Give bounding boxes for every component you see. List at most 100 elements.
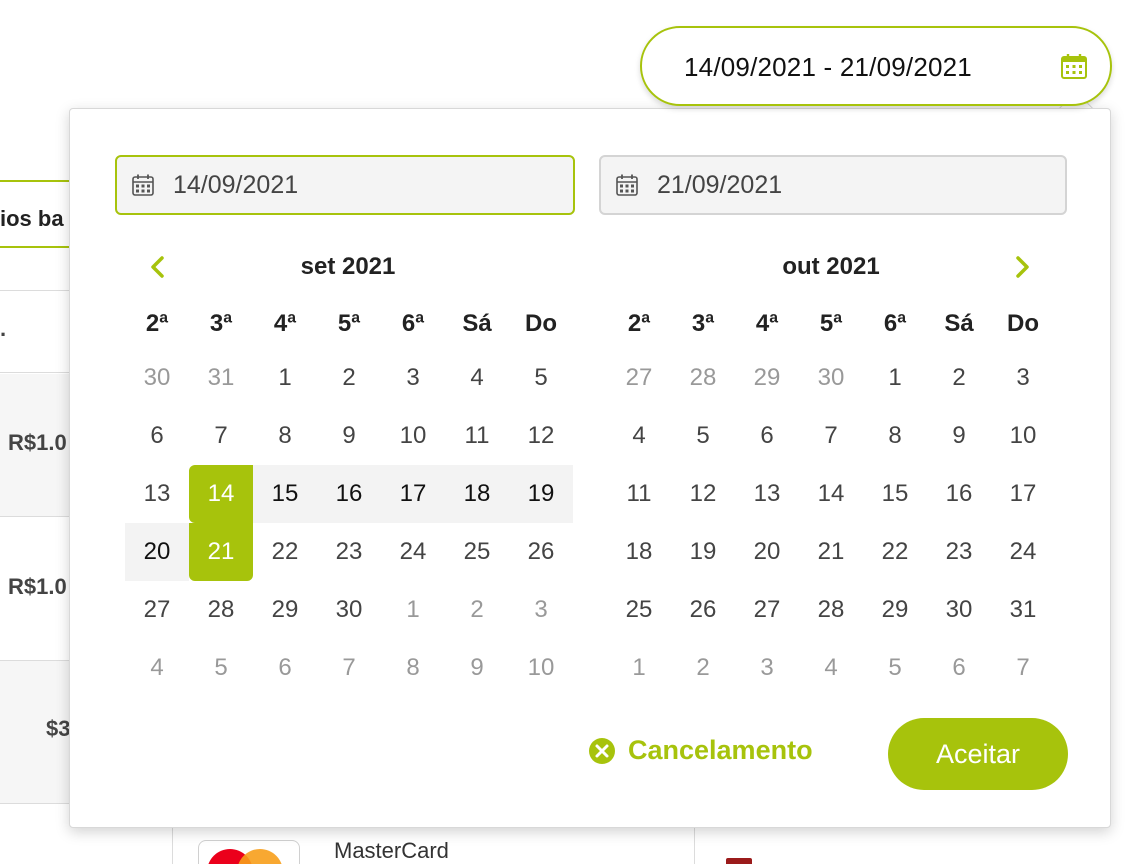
start-date-input[interactable]: 14/09/2021 <box>115 155 575 215</box>
accept-button[interactable]: Aceitar <box>888 718 1068 790</box>
day-cell[interactable]: 19 <box>671 523 735 581</box>
background-tab[interactable]: ios ba <box>0 180 70 248</box>
day-cell[interactable]: 7 <box>317 639 381 697</box>
day-cell[interactable]: 17 <box>381 465 445 523</box>
day-cell[interactable]: 8 <box>863 407 927 465</box>
day-cell[interactable]: 7 <box>799 407 863 465</box>
day-cell[interactable]: 28 <box>671 349 735 407</box>
day-cell[interactable]: 4 <box>125 639 189 697</box>
day-cell[interactable]: 6 <box>927 639 991 697</box>
day-cell[interactable]: 29 <box>253 581 317 639</box>
day-cell-range-end[interactable]: 21 <box>189 523 253 581</box>
day-cell[interactable]: 4 <box>445 349 509 407</box>
day-cell[interactable]: 5 <box>189 639 253 697</box>
date-range-button[interactable]: 14/09/2021 - 21/09/2021 <box>640 26 1112 106</box>
day-cell[interactable]: 17 <box>991 465 1055 523</box>
calendar-icon <box>616 174 638 196</box>
column-divider <box>694 828 695 864</box>
chevron-left-icon[interactable] <box>144 253 172 281</box>
day-cell[interactable]: 19 <box>509 465 573 523</box>
day-cell[interactable]: 5 <box>671 407 735 465</box>
day-cell[interactable]: 14 <box>799 465 863 523</box>
day-cell[interactable]: 27 <box>735 581 799 639</box>
day-cell[interactable]: 16 <box>927 465 991 523</box>
month-grid-right: 2ª 3ª 4ª 5ª 6ª Sá Do 27 28 29 30 1 2 3 4 5 6 7 8 9 10 11 12 13 1… <box>607 299 1055 697</box>
day-cell[interactable]: 22 <box>253 523 317 581</box>
weekday-label: 4ª <box>273 310 297 337</box>
day-cell[interactable]: 24 <box>991 523 1055 581</box>
day-cell[interactable]: 27 <box>125 581 189 639</box>
day-cell[interactable]: 15 <box>253 465 317 523</box>
weekday-header-row: 2ª 3ª 4ª 5ª 6ª Sá Do <box>607 299 1055 349</box>
day-cell[interactable]: 7 <box>991 639 1055 697</box>
day-cell[interactable]: 9 <box>317 407 381 465</box>
day-cell[interactable]: 29 <box>735 349 799 407</box>
day-cell[interactable]: 18 <box>445 465 509 523</box>
day-cell[interactable]: 22 <box>863 523 927 581</box>
day-cell[interactable]: 1 <box>863 349 927 407</box>
day-cell[interactable]: 3 <box>381 349 445 407</box>
day-cell[interactable]: 23 <box>317 523 381 581</box>
day-cell[interactable]: 1 <box>253 349 317 407</box>
day-cell[interactable]: 6 <box>735 407 799 465</box>
day-cell[interactable]: 7 <box>189 407 253 465</box>
day-cell[interactable]: 31 <box>991 581 1055 639</box>
week-row: 18 19 20 21 22 23 24 <box>607 523 1055 581</box>
day-cell[interactable]: 30 <box>125 349 189 407</box>
day-cell[interactable]: 10 <box>381 407 445 465</box>
day-cell[interactable]: 11 <box>445 407 509 465</box>
day-cell[interactable]: 6 <box>125 407 189 465</box>
day-cell[interactable]: 4 <box>607 407 671 465</box>
day-cell[interactable]: 1 <box>607 639 671 697</box>
day-cell[interactable]: 23 <box>927 523 991 581</box>
day-cell[interactable]: 13 <box>735 465 799 523</box>
day-cell[interactable]: 2 <box>445 581 509 639</box>
day-cell[interactable]: 2 <box>927 349 991 407</box>
day-cell[interactable]: 2 <box>317 349 381 407</box>
day-cell[interactable]: 25 <box>607 581 671 639</box>
cancel-button[interactable]: Cancelamento <box>588 735 813 766</box>
day-cell[interactable]: 3 <box>509 581 573 639</box>
day-cell[interactable]: 2 <box>671 639 735 697</box>
day-cell[interactable]: 31 <box>189 349 253 407</box>
day-cell[interactable]: 21 <box>799 523 863 581</box>
end-date-input[interactable]: 21/09/2021 <box>599 155 1067 215</box>
day-cell[interactable]: 10 <box>509 639 573 697</box>
day-cell[interactable]: 15 <box>863 465 927 523</box>
week-row: 20 21 22 23 24 25 26 <box>125 523 573 581</box>
day-cell[interactable]: 25 <box>445 523 509 581</box>
chevron-right-icon[interactable] <box>1008 253 1036 281</box>
day-cell[interactable]: 30 <box>799 349 863 407</box>
day-cell[interactable]: 12 <box>509 407 573 465</box>
day-cell[interactable]: 4 <box>799 639 863 697</box>
day-cell[interactable]: 24 <box>381 523 445 581</box>
day-cell[interactable]: 16 <box>317 465 381 523</box>
day-cell[interactable]: 1 <box>381 581 445 639</box>
day-cell[interactable]: 28 <box>799 581 863 639</box>
day-cell-range-start[interactable]: 14 <box>189 465 253 523</box>
day-cell[interactable]: 30 <box>317 581 381 639</box>
day-cell[interactable]: 12 <box>671 465 735 523</box>
day-cell[interactable]: 27 <box>607 349 671 407</box>
day-cell[interactable]: 5 <box>863 639 927 697</box>
day-cell[interactable]: 30 <box>927 581 991 639</box>
day-cell[interactable]: 3 <box>735 639 799 697</box>
day-cell[interactable]: 18 <box>607 523 671 581</box>
day-cell[interactable]: 11 <box>607 465 671 523</box>
day-cell[interactable]: 20 <box>125 523 189 581</box>
day-cell[interactable]: 26 <box>671 581 735 639</box>
day-cell[interactable]: 26 <box>509 523 573 581</box>
day-cell[interactable]: 10 <box>991 407 1055 465</box>
day-cell[interactable]: 9 <box>927 407 991 465</box>
day-cell[interactable]: 3 <box>991 349 1055 407</box>
close-circle-icon <box>589 737 615 764</box>
day-cell[interactable]: 28 <box>189 581 253 639</box>
day-cell[interactable]: 8 <box>253 407 317 465</box>
day-cell[interactable]: 9 <box>445 639 509 697</box>
day-cell[interactable]: 20 <box>735 523 799 581</box>
day-cell[interactable]: 29 <box>863 581 927 639</box>
day-cell[interactable]: 6 <box>253 639 317 697</box>
day-cell[interactable]: 5 <box>509 349 573 407</box>
day-cell[interactable]: 8 <box>381 639 445 697</box>
day-cell[interactable]: 13 <box>125 465 189 523</box>
